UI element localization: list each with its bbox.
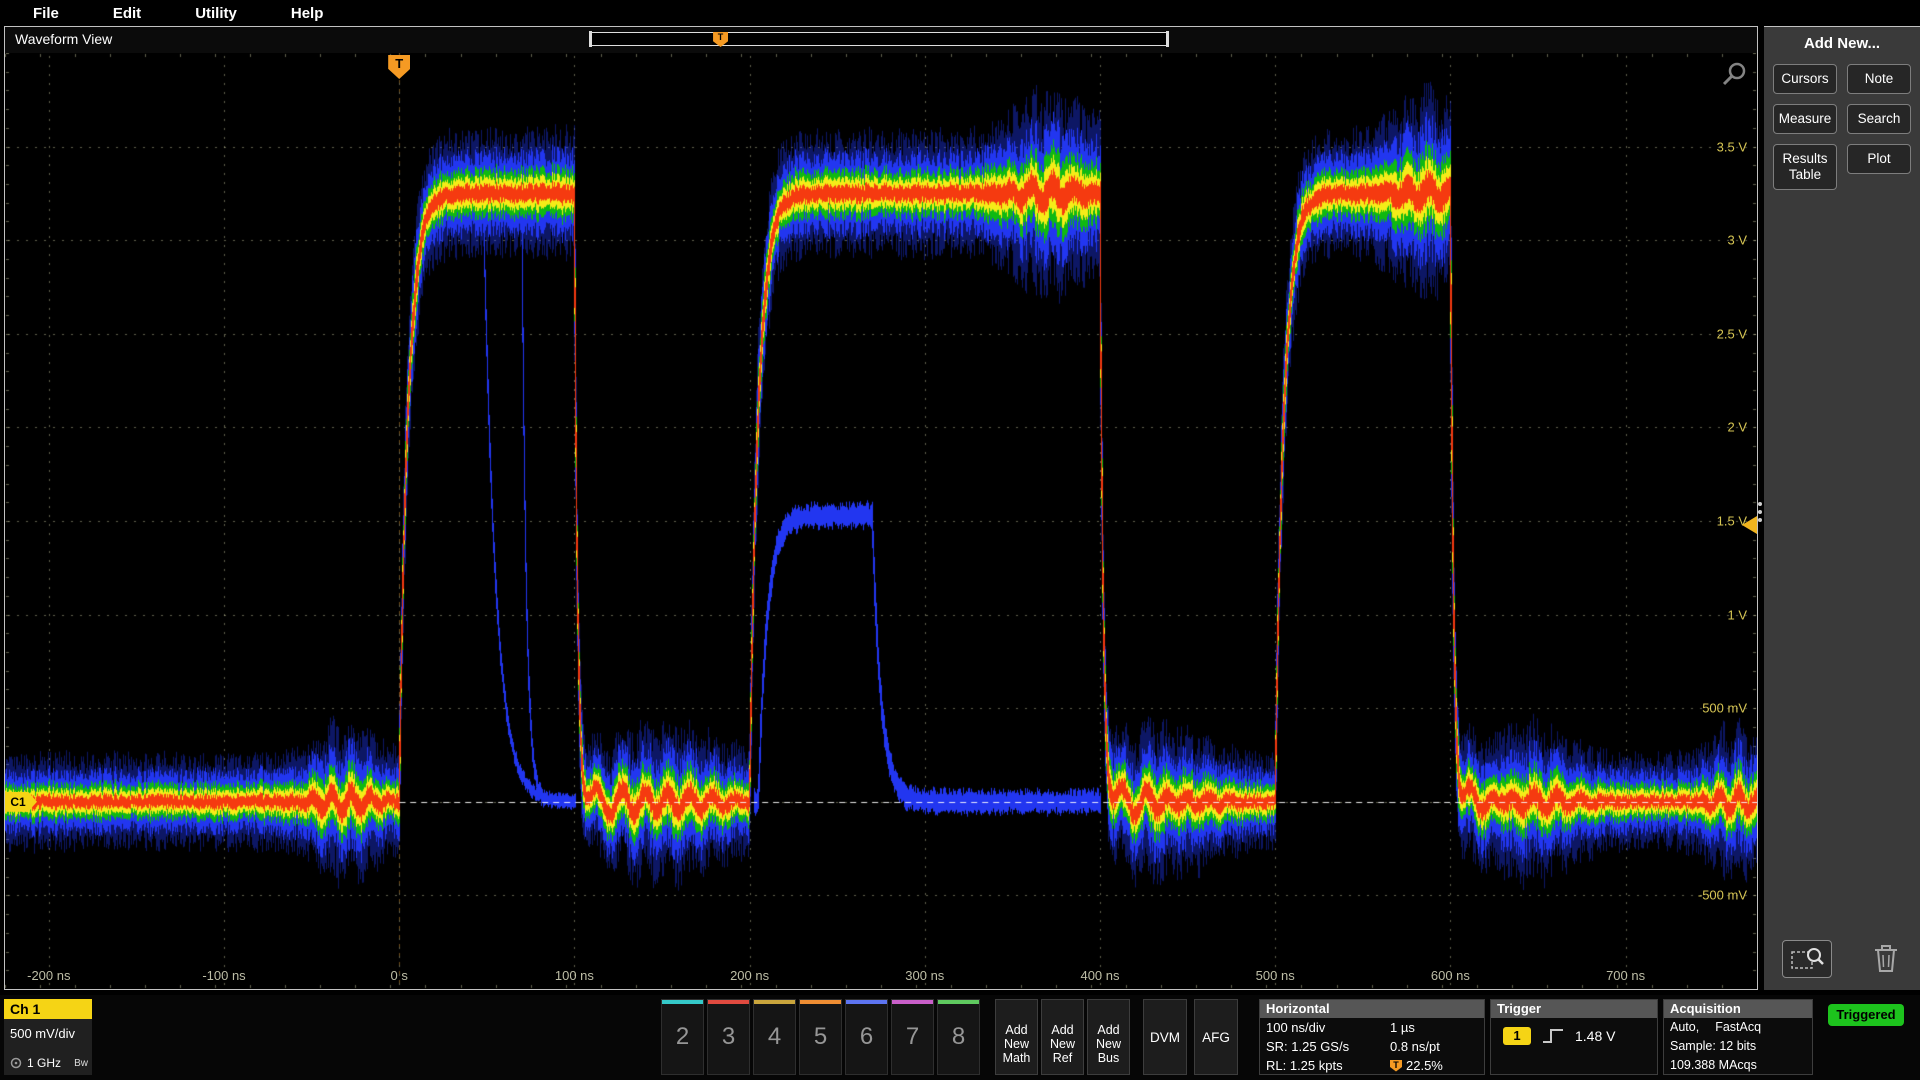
- settings-bar: Ch 1 500 mV/div 1 GHz Bw 2345678 Add New…: [0, 995, 1920, 1080]
- add-new-math-button[interactable]: Add New Math: [995, 999, 1038, 1075]
- acquisition-count: 109.388 MAcqs: [1670, 1056, 1757, 1075]
- overview-right-cap: [1166, 31, 1169, 47]
- channel-button-7[interactable]: 7: [891, 999, 934, 1075]
- trash-icon: [1872, 942, 1900, 974]
- menu-bar: File Edit Utility Help: [0, 0, 1920, 26]
- waveform-canvas[interactable]: [5, 53, 1757, 989]
- waveform-view-title: Waveform View: [15, 31, 112, 47]
- zoom-overlay-button[interactable]: [1782, 940, 1832, 978]
- channel-button-4[interactable]: 4: [753, 999, 796, 1075]
- waveform-plot-area[interactable]: -200 ns-100 ns0 s100 ns200 ns300 ns400 n…: [5, 53, 1757, 989]
- channel-button-6[interactable]: 6: [845, 999, 888, 1075]
- channel-button-label: 2: [662, 1000, 703, 1074]
- acquisition-title: Acquisition: [1664, 1000, 1812, 1018]
- record-overview-bar[interactable]: T: [589, 32, 1169, 46]
- handle-dot-icon: [1758, 502, 1762, 506]
- channel1-settings-tile[interactable]: Ch 1 500 mV/div 1 GHz Bw: [4, 999, 92, 1075]
- channel-button-3[interactable]: 3: [707, 999, 750, 1075]
- channel-button-label: 6: [846, 1000, 887, 1074]
- channel-button-label: 4: [754, 1000, 795, 1074]
- channel-button-label: 7: [892, 1000, 933, 1074]
- handle-dot-icon: [1758, 518, 1762, 522]
- waveform-view-header: Waveform View T: [5, 27, 1757, 53]
- oscilloscope-app: File Edit Utility Help Waveform View T -…: [0, 0, 1920, 1080]
- horizontal-title: Horizontal: [1260, 1000, 1484, 1018]
- probe-icon: [10, 1057, 22, 1069]
- zoom-overlay-icon: [1790, 946, 1824, 972]
- add-new-ref-button[interactable]: Add New Ref: [1041, 999, 1084, 1075]
- results-bar: Add New... Cursors Note Measure Search R…: [1764, 26, 1920, 990]
- menu-edit[interactable]: Edit: [86, 5, 168, 22]
- menu-help[interactable]: Help: [264, 5, 351, 22]
- plot-button[interactable]: Plot: [1847, 144, 1911, 174]
- horizontal-scale: 100 ns/div: [1266, 1018, 1390, 1037]
- acquisition-sample: Sample: 12 bits: [1670, 1037, 1756, 1056]
- horizontal-window: 1 µs: [1390, 1018, 1415, 1037]
- horizontal-panel[interactable]: Horizontal 100 ns/div 1 µs SR: 1.25 GS/s…: [1259, 999, 1485, 1075]
- trigger-level-value: 1.48 V: [1575, 1028, 1615, 1044]
- bandwidth-limit-icon: Bw: [74, 1058, 88, 1069]
- overview-left-cap: [589, 31, 592, 47]
- channel1-scale: 500 mV/div: [4, 1019, 92, 1041]
- acquisition-mode: Auto,: [1670, 1018, 1699, 1037]
- channel-button-8[interactable]: 8: [937, 999, 980, 1075]
- channel1-bandwidth: 1 GHz: [27, 1056, 61, 1070]
- dvm-button[interactable]: DVM: [1143, 999, 1187, 1075]
- record-length: RL: 1.25 kpts: [1266, 1056, 1390, 1075]
- channel-button-label: 5: [800, 1000, 841, 1074]
- menu-file[interactable]: File: [6, 5, 86, 22]
- zoom-glass-icon[interactable]: [1721, 61, 1747, 87]
- trigger-position-percent: 22.5%: [1406, 1056, 1443, 1075]
- rising-edge-icon: [1541, 1027, 1565, 1045]
- waveform-view-window: Waveform View T -200 ns-100 ns0 s100 ns2…: [4, 26, 1758, 990]
- channel-button-2[interactable]: 2: [661, 999, 704, 1075]
- add-new-button-grid: Cursors Note Measure Search Results Tabl…: [1764, 64, 1920, 190]
- note-button[interactable]: Note: [1847, 64, 1911, 94]
- results-table-button[interactable]: Results Table: [1773, 144, 1837, 190]
- menu-utility[interactable]: Utility: [168, 5, 264, 22]
- afg-button[interactable]: AFG: [1194, 999, 1238, 1075]
- handle-dot-icon: [1758, 510, 1762, 514]
- overview-trigger-marker-icon[interactable]: T: [713, 32, 728, 47]
- trigger-position-icon: T: [1390, 1060, 1402, 1072]
- channel-buttons: 2345678: [661, 999, 980, 1075]
- cursors-button[interactable]: Cursors: [1773, 64, 1837, 94]
- panel-drag-handle[interactable]: [1755, 492, 1765, 532]
- acquisition-panel[interactable]: Acquisition Auto, FastAcq Sample: 12 bit…: [1663, 999, 1813, 1075]
- channel1-label[interactable]: Ch 1: [4, 999, 92, 1019]
- trash-button[interactable]: [1868, 940, 1904, 978]
- acquisition-fastacq: FastAcq: [1715, 1018, 1761, 1037]
- add-new-title: Add New...: [1764, 35, 1920, 52]
- channel-button-label: 8: [938, 1000, 979, 1074]
- trigger-title: Trigger: [1491, 1000, 1657, 1018]
- channel1-footer: 1 GHz Bw: [10, 1056, 88, 1070]
- sample-rate: SR: 1.25 GS/s: [1266, 1037, 1390, 1056]
- search-button[interactable]: Search: [1847, 104, 1911, 134]
- add-new-bus-button[interactable]: Add New Bus: [1087, 999, 1130, 1075]
- trigger-panel[interactable]: Trigger 1 1.48 V: [1490, 999, 1658, 1075]
- resolution: 0.8 ns/pt: [1390, 1037, 1440, 1056]
- measure-button[interactable]: Measure: [1773, 104, 1837, 134]
- triggered-status-badge: Triggered: [1828, 1004, 1904, 1026]
- channel-button-label: 3: [708, 1000, 749, 1074]
- trigger-source-badge[interactable]: 1: [1503, 1027, 1531, 1045]
- channel-button-5[interactable]: 5: [799, 999, 842, 1075]
